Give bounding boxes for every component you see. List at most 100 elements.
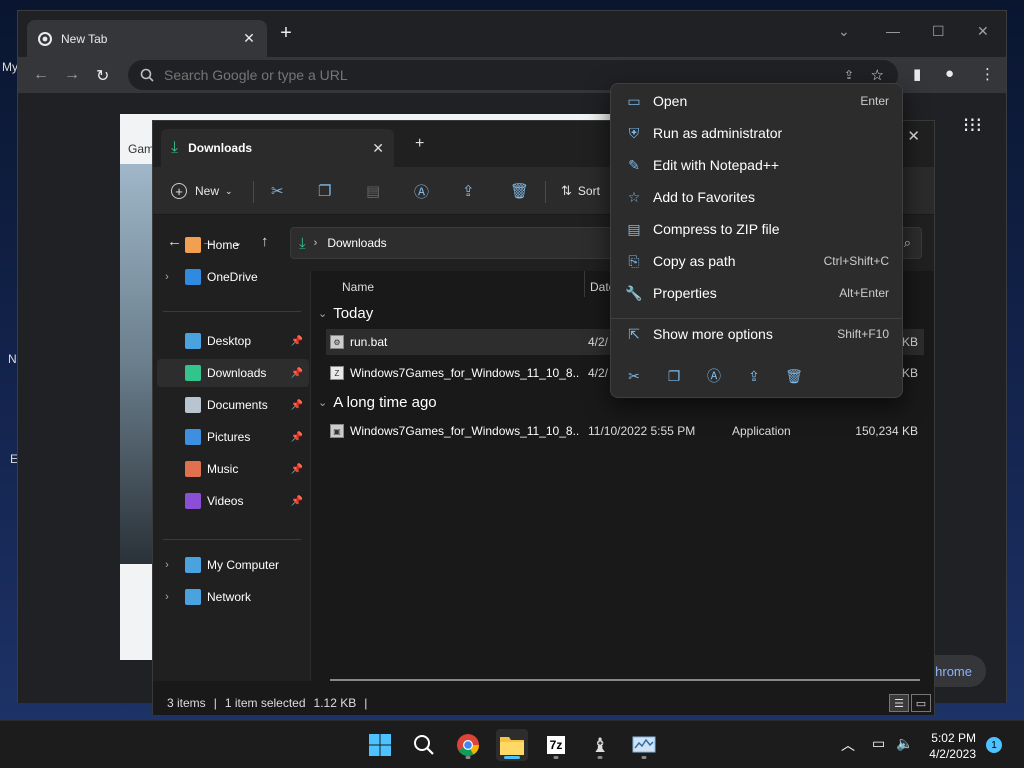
sidebar-item-label: OneDrive xyxy=(207,270,258,284)
desktop-icon-label: My xyxy=(2,60,18,74)
details-view-icon[interactable]: ☰ xyxy=(889,694,909,712)
pin-icon: 📌 xyxy=(290,367,303,379)
start-button[interactable] xyxy=(364,729,396,761)
file-row[interactable]: ▣ Windows7Games_for_Windows_11_10_8.... … xyxy=(326,418,924,444)
close-tab-icon[interactable]: ✕ xyxy=(241,30,257,47)
sort-button[interactable]: ⇅ Sort xyxy=(561,179,600,203)
delete-icon[interactable]: 🗑 xyxy=(784,366,804,386)
menu-item-show-more-options[interactable]: ⇱ Show more options Shift+F10 xyxy=(617,319,897,349)
omnibox-input[interactable] xyxy=(164,67,764,83)
rename-icon[interactable]: Ⓐ xyxy=(704,366,724,386)
sort-label: Sort xyxy=(577,184,600,198)
tab-title: Downloads xyxy=(188,141,253,155)
sidebar-item-onedrive[interactable]: › OneDrive xyxy=(157,263,309,291)
chrome-menu-icon[interactable]: ⋮ xyxy=(980,65,995,83)
sidebar-item-home[interactable]: Home xyxy=(157,231,309,259)
menu-item-properties[interactable]: 🔧 Properties Alt+Enter xyxy=(617,278,897,308)
taskbar-chrome[interactable] xyxy=(452,729,484,761)
clock[interactable]: 5:02 PM 4/2/2023 xyxy=(929,730,976,762)
horizontal-scrollbar[interactable] xyxy=(330,679,920,681)
file-date: 4/2/ xyxy=(588,366,609,380)
computer-icon xyxy=(185,557,201,573)
new-tab-button[interactable]: + xyxy=(278,22,294,44)
tiles-view-icon[interactable]: ▭ xyxy=(911,694,931,712)
menu-item-compress-to-zip-file[interactable]: ▤ Compress to ZIP file xyxy=(617,214,897,244)
column-header-name[interactable]: Name xyxy=(342,275,374,299)
copy-icon[interactable]: ❐ xyxy=(664,366,684,386)
menu-item-edit-with-notepad[interactable]: ✎ Edit with Notepad++ xyxy=(617,150,897,180)
sidebar-item-pictures[interactable]: Pictures 📌 xyxy=(157,423,309,451)
taskbar-chess[interactable]: ♝ xyxy=(584,729,616,761)
show-hidden-icons-icon[interactable]: ︿ xyxy=(841,735,855,755)
explorer-tab-downloads[interactable]: ⤓ Downloads ✕ xyxy=(161,129,394,167)
cut-icon[interactable]: ✂ xyxy=(271,179,284,203)
chrome-tab-new-tab[interactable]: New Tab ✕ xyxy=(27,20,267,57)
side-panel-icon[interactable]: ▮ xyxy=(913,65,921,83)
group-header-today[interactable]: ⌄ Today xyxy=(318,305,373,322)
sidebar-item-my-computer[interactable]: › My Computer xyxy=(157,551,309,579)
sidebar-item-network[interactable]: › Network xyxy=(157,583,309,611)
notification-badge[interactable]: 1 xyxy=(986,737,1002,753)
share-icon[interactable]: ⇪ xyxy=(844,68,854,82)
new-button[interactable]: + New ⌄ xyxy=(171,179,233,203)
forward-icon[interactable]: → xyxy=(64,66,80,84)
column-divider[interactable] xyxy=(584,271,585,297)
sidebar-item-label: Home xyxy=(207,238,240,252)
nav-divider xyxy=(163,311,301,312)
search-button[interactable] xyxy=(408,729,440,761)
chevron-right-icon[interactable]: › xyxy=(157,271,177,283)
taskbar-7zip[interactable]: 7z xyxy=(540,729,572,761)
network-icon xyxy=(185,589,201,605)
maximize-icon[interactable]: ☐ xyxy=(932,23,945,40)
copy-icon[interactable]: ❐ xyxy=(318,179,331,203)
close-window-icon[interactable]: ✕ xyxy=(907,127,920,145)
paste-icon[interactable]: ▤ xyxy=(366,179,380,203)
chevron-right-icon[interactable]: › xyxy=(157,559,177,571)
apps-grid-icon[interactable]: ⁝⁝⁝ xyxy=(963,113,982,138)
close-window-icon[interactable]: ✕ xyxy=(977,23,989,40)
taskbar-monitor[interactable] xyxy=(628,729,660,761)
reload-icon[interactable]: ↻ xyxy=(96,66,109,86)
profile-icon[interactable]: ● xyxy=(945,65,954,82)
network-icon[interactable]: ▭ xyxy=(872,735,885,752)
sidebar-item-music[interactable]: Music 📌 xyxy=(157,455,309,483)
open-icon: ▭ xyxy=(627,92,641,109)
sidebar-item-documents[interactable]: Documents 📌 xyxy=(157,391,309,419)
navigation-pane: Home › OneDrive Desktop 📌 Downloads 📌 Documents… xyxy=(153,237,311,681)
pin-icon: ✎ xyxy=(628,156,640,173)
cut-icon[interactable]: ✂ xyxy=(624,366,644,386)
tab-search-icon[interactable]: ⌄ xyxy=(838,23,850,40)
chevron-right-icon[interactable]: › xyxy=(157,591,177,603)
menu-item-open[interactable]: ▭ Open Enter xyxy=(617,86,897,116)
taskbar-file-explorer[interactable] xyxy=(496,729,528,761)
folder-icon xyxy=(500,737,524,755)
share-icon[interactable]: ⇪ xyxy=(462,179,475,203)
sidebar-item-desktop[interactable]: Desktop 📌 xyxy=(157,327,309,355)
sidebar-item-label: Network xyxy=(207,590,252,604)
status-separator: | xyxy=(213,696,217,710)
pin-icon: 📌 xyxy=(290,335,303,347)
group-header-long-ago[interactable]: ⌄ A long time ago xyxy=(318,394,437,411)
rename-icon[interactable]: Ⓐ xyxy=(414,179,429,203)
file-size: KB xyxy=(901,335,918,349)
volume-icon[interactable]: 🔈 xyxy=(896,735,913,752)
bookmark-star-icon[interactable]: ☆ xyxy=(871,66,884,84)
address-box[interactable]: ⤓ › Downloads xyxy=(290,227,630,259)
close-tab-icon[interactable]: ✕ xyxy=(372,140,384,157)
menu-item-add-to-favorites[interactable]: ☆ Add to Favorites xyxy=(617,182,897,212)
delete-icon[interactable]: 🗑 xyxy=(510,179,529,203)
pictures-icon xyxy=(185,429,201,445)
share-icon[interactable]: ⇪ xyxy=(744,366,764,386)
menu-item-run-as-administrator[interactable]: ⛨ Run as administrator xyxy=(617,118,897,148)
sidebar-item-downloads[interactable]: Downloads 📌 xyxy=(157,359,309,387)
sidebar-item-label: My Computer xyxy=(207,558,280,572)
back-icon[interactable]: ← xyxy=(33,66,49,84)
sidebar-item-videos[interactable]: Videos 📌 xyxy=(157,487,309,515)
clock-time: 5:02 PM xyxy=(931,731,976,745)
batch-file-icon: ⚙ xyxy=(330,335,344,349)
file-name: run.bat xyxy=(350,335,388,349)
menu-item-copy-as-path[interactable]: ⎘ Copy as path Ctrl+Shift+C xyxy=(617,246,897,276)
sidebar-item-label: Desktop xyxy=(207,334,252,348)
minimize-icon[interactable]: — xyxy=(886,23,900,39)
add-tab-button[interactable]: + xyxy=(415,135,424,153)
